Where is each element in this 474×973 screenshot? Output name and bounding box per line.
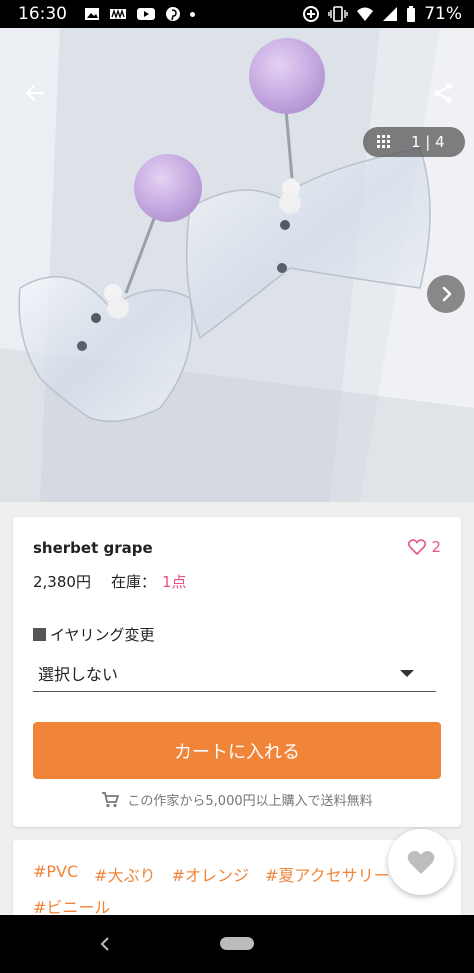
pinterest-icon — [165, 6, 181, 22]
news-icon — [109, 7, 127, 21]
back-arrow-icon — [25, 84, 45, 102]
product-image[interactable]: 1 | 4 — [0, 28, 474, 502]
option-label: イヤリング変更 — [33, 624, 155, 645]
nav-back-icon — [100, 937, 109, 951]
earring-photo — [0, 28, 474, 502]
data-saver-icon — [302, 5, 320, 23]
battery-percent: 71% — [424, 4, 462, 24]
shipping-note-text: この作家から5,000円以上購入で送料無料 — [127, 794, 373, 809]
wifi-icon — [356, 6, 374, 22]
favorite-fab-button[interactable] — [388, 829, 454, 895]
product-info-card: sherbet grape 2 2,380円 在庫： 1点 イヤリング変更 選択… — [13, 517, 461, 827]
tag-orange[interactable]: #オレンジ — [172, 862, 249, 886]
image-icon — [84, 7, 100, 21]
youtube-icon — [136, 7, 156, 21]
dot-icon — [190, 11, 195, 17]
tag-list: #PVC #大ぶり #オレンジ #夏アクセサリー #ビニール — [33, 862, 433, 918]
add-to-cart-button[interactable]: カートに入れる — [33, 722, 441, 779]
tag-oobuiri[interactable]: #大ぶり — [94, 862, 155, 886]
cart-icon — [102, 791, 120, 807]
square-bullet-icon — [33, 628, 46, 641]
nav-home-button[interactable] — [220, 937, 254, 950]
gallery-counter[interactable]: 1 | 4 — [363, 127, 465, 157]
dropdown-caret-icon — [400, 669, 414, 677]
gallery-counter-text: 1 | 4 — [411, 133, 445, 151]
product-title: sherbet grape — [33, 539, 153, 557]
status-time: 16:30 — [18, 4, 67, 24]
stock-value: 1点 — [161, 573, 187, 591]
option-select[interactable]: 選択しない — [33, 655, 436, 692]
status-bar: 16:30 71% — [0, 0, 474, 28]
signal-icon — [382, 6, 398, 22]
option-label-text: イヤリング変更 — [50, 626, 155, 644]
tag-summer-accessory[interactable]: #夏アクセサリー — [265, 862, 390, 886]
chevron-right-icon — [442, 286, 452, 302]
battery-icon — [406, 6, 416, 22]
vibrate-icon — [328, 6, 348, 22]
next-image-button[interactable] — [427, 275, 465, 313]
favorite-count-button[interactable]: 2 — [408, 538, 441, 556]
option-select-value: 選択しない — [38, 665, 119, 684]
back-button[interactable] — [18, 76, 52, 110]
heart-outline-icon — [408, 539, 427, 555]
shipping-note: この作家から5,000円以上購入で送料無料 — [13, 790, 461, 809]
system-nav-bar — [0, 915, 474, 973]
favorite-count: 2 — [431, 538, 441, 556]
heart-icon — [407, 850, 435, 874]
share-button[interactable] — [426, 76, 460, 110]
tag-pvc[interactable]: #PVC — [33, 862, 78, 886]
stock-label: 在庫： — [110, 573, 156, 591]
price-row: 2,380円 在庫： 1点 — [33, 571, 187, 592]
nav-back-button[interactable] — [95, 929, 115, 959]
grid-icon — [377, 135, 390, 148]
price: 2,380円 — [33, 573, 91, 591]
share-icon — [434, 83, 452, 103]
